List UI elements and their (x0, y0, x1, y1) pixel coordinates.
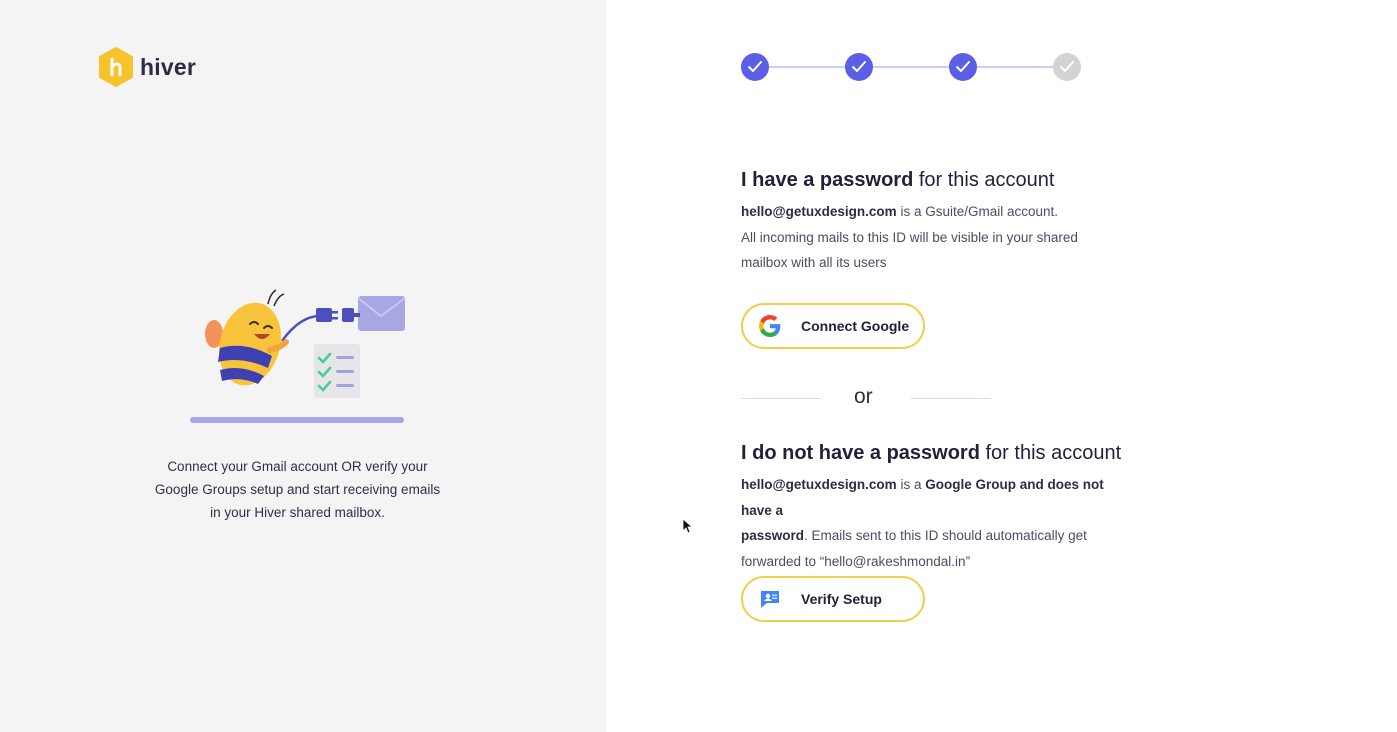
desc-text: forwarded to “hello@rakeshmondal.in” (741, 553, 971, 569)
tagline-line: in your Hiver shared mailbox. (210, 505, 385, 520)
check-icon (1060, 61, 1074, 72)
left-tagline: Connect your Gmail account OR verify you… (150, 455, 445, 524)
left-panel: hiver Connect your Gmail account OR veri… (0, 0, 606, 732)
title-bold: I have a password (741, 169, 914, 191)
step-connector (769, 66, 845, 68)
check-icon (748, 61, 762, 72)
step-4-pending (1053, 53, 1081, 81)
title-bold: I do not have a password (741, 442, 980, 464)
divider-line (741, 398, 821, 399)
connect-google-label: Connect Google (801, 318, 910, 334)
desc-text: is a (896, 477, 926, 492)
connect-google-button[interactable]: Connect Google (741, 303, 925, 349)
progress-stepper (741, 53, 1081, 81)
account-email: hello@getuxdesign.com (741, 477, 897, 492)
tagline-line: Connect your Gmail account OR verify you… (167, 459, 428, 474)
desc-text: . Emails sent to this ID should automati… (804, 528, 1087, 543)
step-2-complete (845, 53, 873, 81)
mouse-cursor-icon (682, 518, 694, 539)
title-rest: for this account (913, 169, 1055, 191)
desc-text: All incoming mails to this ID will be vi… (741, 229, 1078, 245)
hiver-logo-text: hiver (140, 53, 196, 80)
account-email: hello@getuxdesign.com (741, 204, 897, 219)
verify-setup-label: Verify Setup (801, 591, 882, 607)
title-rest: for this account (979, 442, 1122, 464)
google-groups-icon (759, 588, 781, 610)
desc-text: mailbox with all its users (741, 255, 887, 270)
bee-plug-illustration (190, 286, 420, 426)
step-connector (977, 66, 1053, 68)
or-divider: or (741, 384, 991, 412)
desc-bold: password (741, 528, 805, 543)
step-3-complete (949, 53, 977, 81)
verify-setup-button[interactable]: Verify Setup (741, 576, 925, 622)
hiver-logo[interactable]: hiver (98, 47, 196, 87)
hiver-logo-icon (98, 47, 134, 87)
google-icon (759, 315, 781, 337)
check-icon (852, 61, 866, 72)
or-label: or (854, 385, 873, 408)
password-section-title: I have a password for this account (741, 169, 1054, 192)
desc-text: is a Gsuite/Gmail account. (896, 204, 1059, 219)
no-password-section-description: hello@getuxdesign.com is a Google Group … (741, 472, 1131, 574)
step-connector (873, 66, 949, 68)
no-password-section-title: I do not have a password for this accoun… (741, 442, 1121, 465)
right-panel (606, 0, 1397, 732)
step-1-complete (741, 53, 769, 81)
tagline-line: Google Groups setup and start receiving … (154, 482, 441, 497)
password-section-description: hello@getuxdesign.com is a Gsuite/Gmail … (741, 199, 1131, 276)
divider-line (911, 398, 991, 399)
check-icon (956, 61, 970, 72)
